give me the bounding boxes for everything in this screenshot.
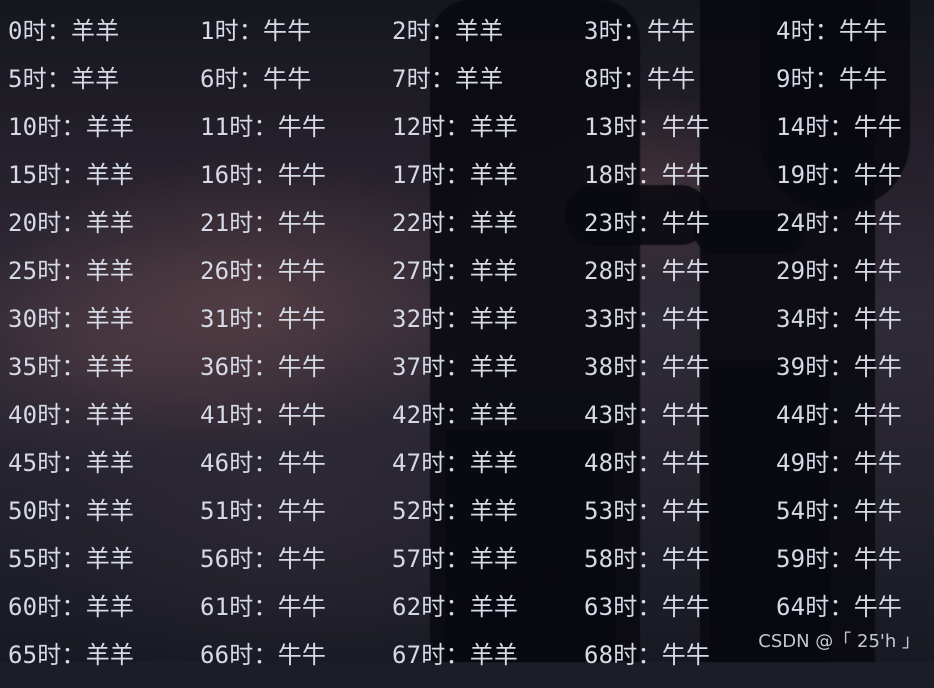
output-entry: 18时：牛牛 <box>584 161 711 189</box>
output-entry: 42时：羊羊 <box>392 401 519 429</box>
output-entry: 62时：羊羊 <box>392 593 519 621</box>
output-entry: 2时：羊羊 <box>392 17 504 45</box>
output-entry: 40时：羊羊 <box>8 401 135 429</box>
output-entry: 43时：牛牛 <box>584 401 711 429</box>
output-entry: 5时：羊羊 <box>8 65 120 93</box>
output-entry: 63时：牛牛 <box>584 593 711 621</box>
output-entry: 27时：羊羊 <box>392 257 519 285</box>
output-entry: 23时：牛牛 <box>584 209 711 237</box>
output-entry: 52时：羊羊 <box>392 497 519 525</box>
output-entry: 30时：羊羊 <box>8 305 135 333</box>
output-entry: 9时：牛牛 <box>776 65 888 93</box>
output-entry: 65时：羊羊 <box>8 641 135 669</box>
output-entry: 11时：牛牛 <box>200 113 327 141</box>
output-entry: 17时：羊羊 <box>392 161 519 189</box>
output-entry: 48时：牛牛 <box>584 449 711 477</box>
output-entry: 16时：牛牛 <box>200 161 327 189</box>
output-entry: 3时：牛牛 <box>584 17 696 45</box>
output-entry: 47时：羊羊 <box>392 449 519 477</box>
output-entry: 4时：牛牛 <box>776 17 888 45</box>
output-entry: 67时：羊羊 <box>392 641 519 669</box>
output-entry: 33时：牛牛 <box>584 305 711 333</box>
output-entry: 26时：牛牛 <box>200 257 327 285</box>
output-entry: 0时：羊羊 <box>8 17 120 45</box>
output-entry: 14时：牛牛 <box>776 113 903 141</box>
output-entry: 19时：牛牛 <box>776 161 903 189</box>
output-entry: 44时：牛牛 <box>776 401 903 429</box>
watermark-text: CSDN @「 25'h 」 <box>758 631 920 652</box>
output-entry: 22时：羊羊 <box>392 209 519 237</box>
output-entry: 66时：牛牛 <box>200 641 327 669</box>
output-entry: 12时：羊羊 <box>392 113 519 141</box>
output-entry: 53时：牛牛 <box>584 497 711 525</box>
output-entry: 24时：牛牛 <box>776 209 903 237</box>
output-entry: 58时：牛牛 <box>584 545 711 573</box>
output-entry: 10时：羊羊 <box>8 113 135 141</box>
output-entry: 41时：牛牛 <box>200 401 327 429</box>
output-entry: 37时：羊羊 <box>392 353 519 381</box>
output-entry: 56时：牛牛 <box>200 545 327 573</box>
output-entry: 50时：羊羊 <box>8 497 135 525</box>
output-entry: 1时：牛牛 <box>200 17 312 45</box>
output-entry: 68时：牛牛 <box>584 641 711 669</box>
output-entry: 15时：羊羊 <box>8 161 135 189</box>
output-entry: 60时：羊羊 <box>8 593 135 621</box>
output-entry: 32时：羊羊 <box>392 305 519 333</box>
output-entry: 49时：牛牛 <box>776 449 903 477</box>
output-entry: 54时：牛牛 <box>776 497 903 525</box>
output-entry: 13时：牛牛 <box>584 113 711 141</box>
output-entry: 29时：牛牛 <box>776 257 903 285</box>
output-entry: 38时：牛牛 <box>584 353 711 381</box>
output-entry: 21时：牛牛 <box>200 209 327 237</box>
output-entry: 7时：羊羊 <box>392 65 504 93</box>
output-entry: 25时：羊羊 <box>8 257 135 285</box>
output-grid: 0时：羊羊 1时：牛牛 2时：羊羊 3时：牛牛 4时：牛牛 5时：羊羊 6时：牛… <box>8 16 934 688</box>
output-entry: 57时：羊羊 <box>392 545 519 573</box>
output-entry: 61时：牛牛 <box>200 593 327 621</box>
output-entry: 45时：羊羊 <box>8 449 135 477</box>
output-entry: 46时：牛牛 <box>200 449 327 477</box>
output-entry: 20时：羊羊 <box>8 209 135 237</box>
output-entry: 39时：牛牛 <box>776 353 903 381</box>
output-entry: 55时：羊羊 <box>8 545 135 573</box>
output-entry: 51时：牛牛 <box>200 497 327 525</box>
output-entry: 28时：牛牛 <box>584 257 711 285</box>
output-entry: 59时：牛牛 <box>776 545 903 573</box>
output-entry: 6时：牛牛 <box>200 65 312 93</box>
output-entry: 8时：牛牛 <box>584 65 696 93</box>
output-entry: 31时：牛牛 <box>200 305 327 333</box>
output-entry: 36时：牛牛 <box>200 353 327 381</box>
output-entry: 35时：羊羊 <box>8 353 135 381</box>
output-entry: 34时：牛牛 <box>776 305 903 333</box>
